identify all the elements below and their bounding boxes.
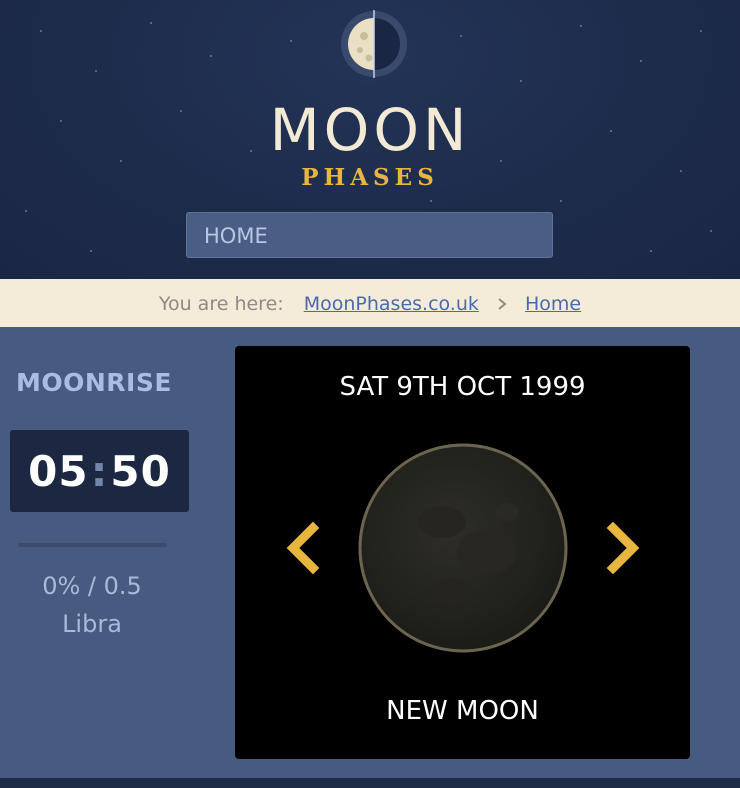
illumination-age: 0% / 0.5 [42,572,142,600]
moonrise-minute: 50 [110,447,171,496]
logo-title[interactable]: MOON [0,92,740,168]
breadcrumb: You are here: MoonPhases.co.uk Home [0,279,740,327]
breadcrumb-link-home[interactable]: Home [525,293,581,315]
breadcrumb-lead: You are here: [158,293,284,315]
moon-logo-icon[interactable] [340,10,408,78]
chevron-right-icon [497,293,513,315]
panel-date: SAT 9TH OCT 1999 [339,372,586,402]
logo-subtitle[interactable]: PHASES [0,162,740,194]
panel-phase-name: NEW MOON [386,696,539,726]
footer-bar [0,778,740,788]
site-header: MOON PHASES HOME [0,0,740,279]
nav-home-button[interactable]: HOME [186,212,553,258]
clock-colon: : [90,447,109,496]
moonrise-clock: 05:50 [10,430,189,512]
breadcrumb-link-site[interactable]: MoonPhases.co.uk [304,293,479,315]
moon-image [358,443,568,653]
moonrise-hour: 05 [28,447,89,496]
chevron-left-icon[interactable] [283,522,323,574]
chevron-right-icon[interactable] [603,522,643,574]
moon-phase-info: 0% / 0.5 Libra [0,567,184,643]
sidebar-divider [18,543,167,547]
moonrise-title: MOONRISE [16,368,172,397]
zodiac-sign: Libra [62,610,122,638]
moon-phase-panel: SAT 9TH OCT 1999 NEW MOON [235,346,690,759]
